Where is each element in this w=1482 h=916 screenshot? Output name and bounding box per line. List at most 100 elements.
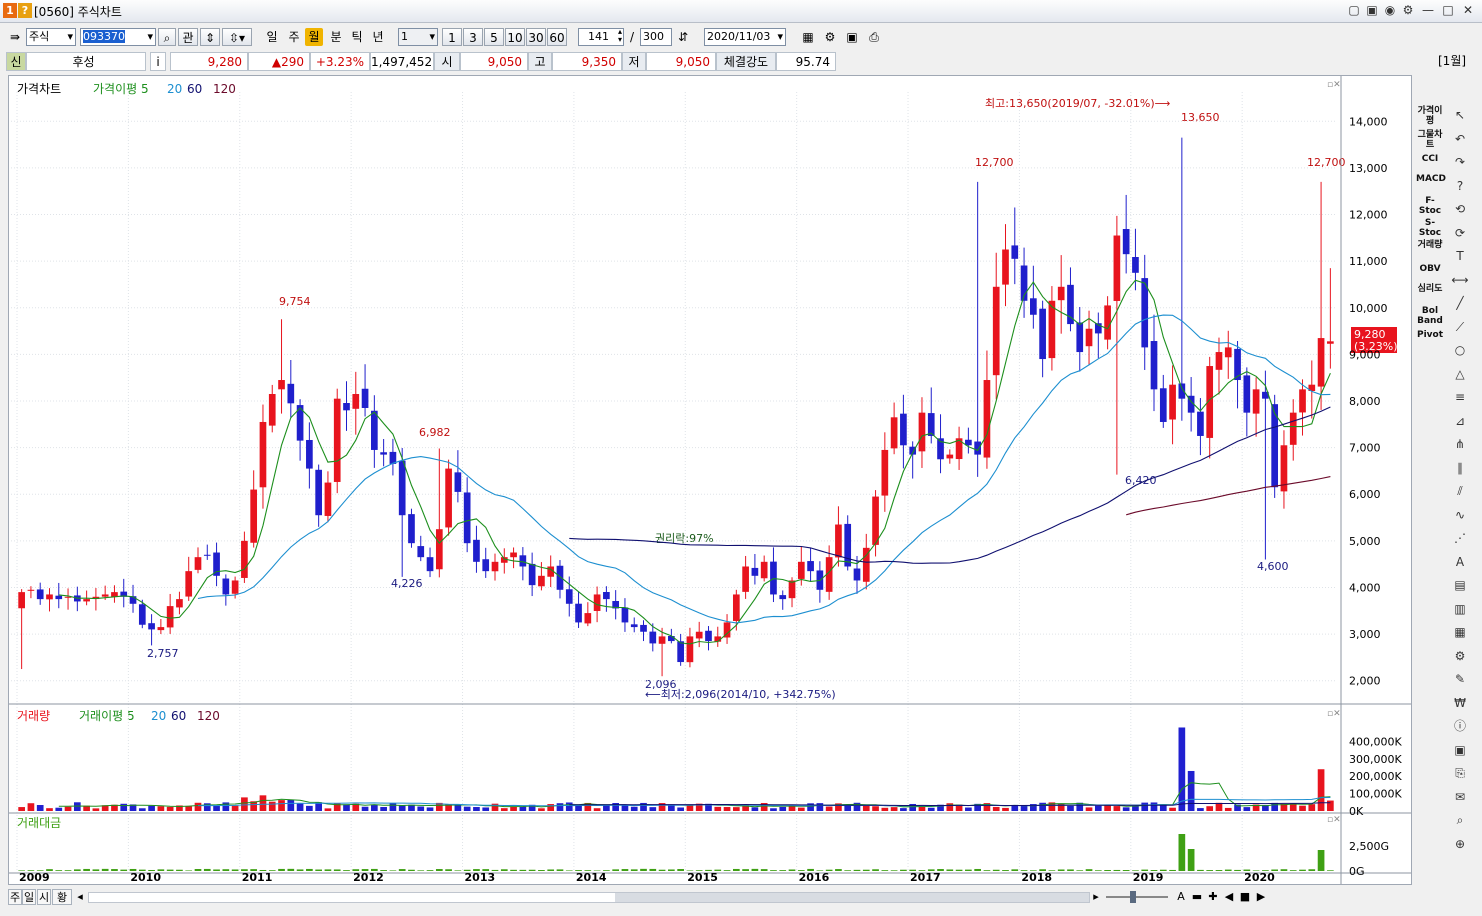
period-icon[interactable]: ▣ — [1450, 741, 1470, 759]
zoom-icon[interactable]: ⌕ — [1450, 811, 1470, 829]
window-control-1[interactable]: ▢ — [1346, 3, 1362, 18]
measure-icon[interactable]: ⟷ — [1450, 271, 1470, 289]
copy-icon[interactable]: ⎘ — [1450, 764, 1470, 782]
info-button[interactable]: i — [150, 52, 166, 71]
interval-5[interactable]: 5 — [484, 28, 504, 46]
indicator-s-stoc[interactable]: S-Stoc — [1416, 218, 1444, 238]
info-icon[interactable]: ⓘ — [1450, 717, 1470, 735]
maximize-button[interactable]: □ — [1440, 3, 1456, 18]
circle-icon[interactable]: ○ — [1450, 341, 1470, 359]
indicator-volume[interactable]: 거래량 — [1416, 240, 1444, 250]
interval-3[interactable]: 3 — [463, 28, 483, 46]
layout-icon[interactable]: ▦ — [798, 28, 818, 46]
excel-icon[interactable]: ✉ — [1450, 788, 1470, 806]
link-icon[interactable]: ⇛ — [6, 28, 24, 46]
target-icon[interactable]: ⊕ — [1450, 835, 1470, 853]
horizontal-scrollbar[interactable] — [88, 892, 1090, 903]
gwan-button[interactable]: 관 — [178, 28, 198, 46]
rotate-right-icon[interactable]: ⟳ — [1450, 224, 1470, 242]
scroll-left-icon[interactable]: ◂ — [74, 889, 86, 905]
help-badge[interactable]: ? — [18, 3, 32, 18]
print-icon[interactable]: ⎙ — [864, 28, 884, 46]
minimize-button[interactable]: — — [1420, 3, 1436, 18]
undo-icon[interactable]: ↶ — [1450, 130, 1470, 148]
save-icon[interactable]: ▣ — [842, 28, 862, 46]
window-control-2[interactable]: ▣ — [1364, 3, 1380, 18]
prev-icon[interactable]: ◀ — [1222, 889, 1236, 905]
pitchfork-icon[interactable]: ⋔ — [1450, 435, 1470, 453]
code-input[interactable]: 093370 ▾ — [80, 28, 156, 46]
tab-status[interactable]: 황 — [52, 889, 72, 905]
zoom-slider-handle[interactable] — [1130, 891, 1136, 903]
period-week[interactable]: 주 — [284, 28, 304, 46]
camera-icon[interactable]: ◉ — [1382, 3, 1398, 18]
updown-icon[interactable]: ⇕ — [200, 28, 220, 46]
close-button[interactable]: ✕ — [1460, 3, 1476, 18]
period-day[interactable]: 일 — [262, 28, 282, 46]
scroll-right-icon[interactable]: ▸ — [1090, 889, 1102, 905]
rotate-left-icon[interactable]: ⟲ — [1450, 200, 1470, 218]
indicator-net-chart[interactable]: 그물차트 — [1416, 130, 1444, 150]
pane-close-icon[interactable]: ▫✕ — [1327, 80, 1341, 90]
settings-icon[interactable]: ⚙ — [1400, 3, 1416, 18]
tab-day[interactable]: 일 — [22, 889, 36, 905]
zoom-in-icon[interactable]: ✚ — [1206, 889, 1220, 905]
redo-icon[interactable]: ↷ — [1450, 153, 1470, 171]
indicator-price-ma[interactable]: 가격이평 — [1416, 106, 1444, 126]
pane-close-icon[interactable]: ▫✕ — [1327, 709, 1341, 719]
next-icon[interactable]: ▶ — [1254, 889, 1268, 905]
period-year[interactable]: 년 — [368, 28, 388, 46]
chart-area[interactable]: 가격차트 가격이평 5 20 60 120 거래량 거래이평 5 20 60 1… — [8, 75, 1412, 885]
indicator-cci[interactable]: CCI — [1416, 154, 1444, 164]
settings-icon[interactable]: ⚙ — [1450, 647, 1470, 665]
note-icon[interactable]: ▤ — [1450, 576, 1470, 594]
wave-icon[interactable]: ∿ — [1450, 506, 1470, 524]
speedline-icon[interactable]: ⋰ — [1450, 529, 1470, 547]
interval-60[interactable]: 60 — [547, 28, 567, 46]
tools-icon[interactable]: ✎ — [1450, 670, 1470, 688]
text-icon[interactable]: T — [1450, 247, 1470, 265]
auto-icon[interactable]: A — [1450, 553, 1470, 571]
interval-10[interactable]: 10 — [505, 28, 525, 46]
indicator-psychology[interactable]: 심리도 — [1416, 284, 1444, 294]
triangle-icon[interactable]: △ — [1450, 365, 1470, 383]
tab-week[interactable]: 주 — [8, 889, 22, 905]
spin-icon[interactable]: ⇵ — [674, 28, 692, 46]
pane-close-icon[interactable]: ▫✕ — [1327, 815, 1341, 825]
line-icon[interactable]: ╱ — [1450, 294, 1470, 312]
indicator-obv[interactable]: OBV — [1416, 264, 1444, 274]
period-tick[interactable]: 틱 — [347, 28, 367, 46]
zoom-out-icon[interactable]: ▬ — [1190, 889, 1204, 905]
chart-icon[interactable]: ▥ — [1450, 600, 1470, 618]
date-input[interactable]: 2020/11/03 ▾ — [704, 28, 786, 46]
indicator-pivot[interactable]: Pivot — [1416, 330, 1444, 340]
search-icon[interactable]: ⌕ — [158, 28, 176, 46]
compare-icon[interactable]: ▦ — [1450, 623, 1470, 641]
scrollbar-thumb[interactable] — [615, 893, 1089, 902]
count-stepper[interactable]: 141 ▴ ▾ — [578, 28, 624, 46]
channel-icon[interactable]: ⫽ — [1450, 482, 1470, 500]
interval-select[interactable]: 1 ▾ — [398, 28, 438, 46]
help-icon[interactable]: ? — [1450, 177, 1470, 195]
period-month-selected[interactable]: 월 — [305, 28, 323, 46]
pointer-icon[interactable]: ↖ — [1450, 106, 1470, 124]
zoom-slider[interactable] — [1106, 891, 1168, 903]
parallel-icon[interactable]: ∥ — [1450, 459, 1470, 477]
gear-icon[interactable]: ⚙ — [820, 28, 840, 46]
period-minute[interactable]: 분 — [326, 28, 346, 46]
market-select[interactable]: 주식 ▾ — [26, 28, 76, 46]
indicator-f-stoc[interactable]: F-Stoc — [1416, 196, 1444, 216]
gann-icon[interactable]: ⊿ — [1450, 412, 1470, 430]
stock-chart-svg[interactable]: 가격차트 가격이평 5 20 60 120 거래량 거래이평 5 20 60 1… — [9, 76, 1411, 884]
fibonacci-icon[interactable]: ≡ — [1450, 388, 1470, 406]
indicator-bollinger[interactable]: Bol Band — [1416, 306, 1444, 326]
stop-icon[interactable]: ■ — [1238, 889, 1252, 905]
interval-1[interactable]: 1 — [442, 28, 462, 46]
ray-icon[interactable]: ⟋ — [1450, 318, 1470, 336]
spin-icon[interactable]: ⇳▾ — [222, 28, 252, 46]
interval-30[interactable]: 30 — [526, 28, 546, 46]
window-number-badge[interactable]: 1 — [3, 3, 17, 18]
font-size-icon[interactable]: A — [1174, 889, 1188, 905]
indicator-macd[interactable]: MACD — [1416, 174, 1446, 184]
price-icon[interactable]: ₩ — [1450, 694, 1470, 712]
